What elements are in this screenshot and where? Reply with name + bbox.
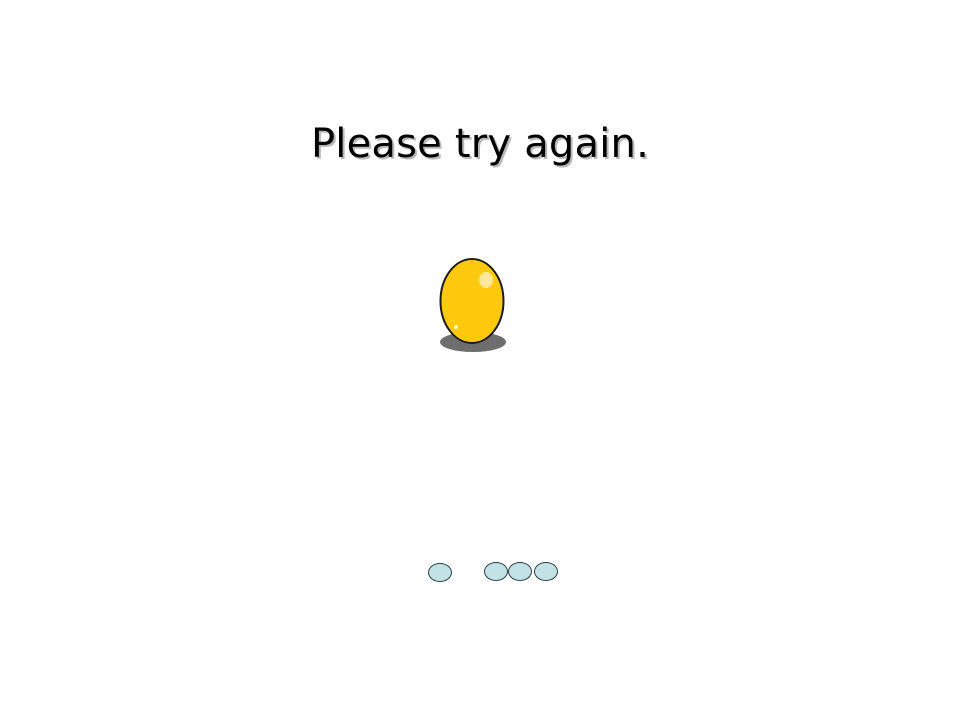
progress-dot-icon xyxy=(484,562,508,581)
progress-dots xyxy=(0,0,960,720)
egg-highlight xyxy=(479,272,493,288)
feedback-message: Please try again. xyxy=(310,121,650,167)
progress-dot-icon xyxy=(534,562,558,581)
game-stage: Please try again. xyxy=(0,0,960,720)
progress-dot-icon xyxy=(428,563,452,582)
egg-sparkle xyxy=(454,325,458,329)
progress-dot-icon xyxy=(508,562,532,581)
egg-body xyxy=(439,258,505,344)
golden-egg-icon[interactable] xyxy=(432,252,514,360)
